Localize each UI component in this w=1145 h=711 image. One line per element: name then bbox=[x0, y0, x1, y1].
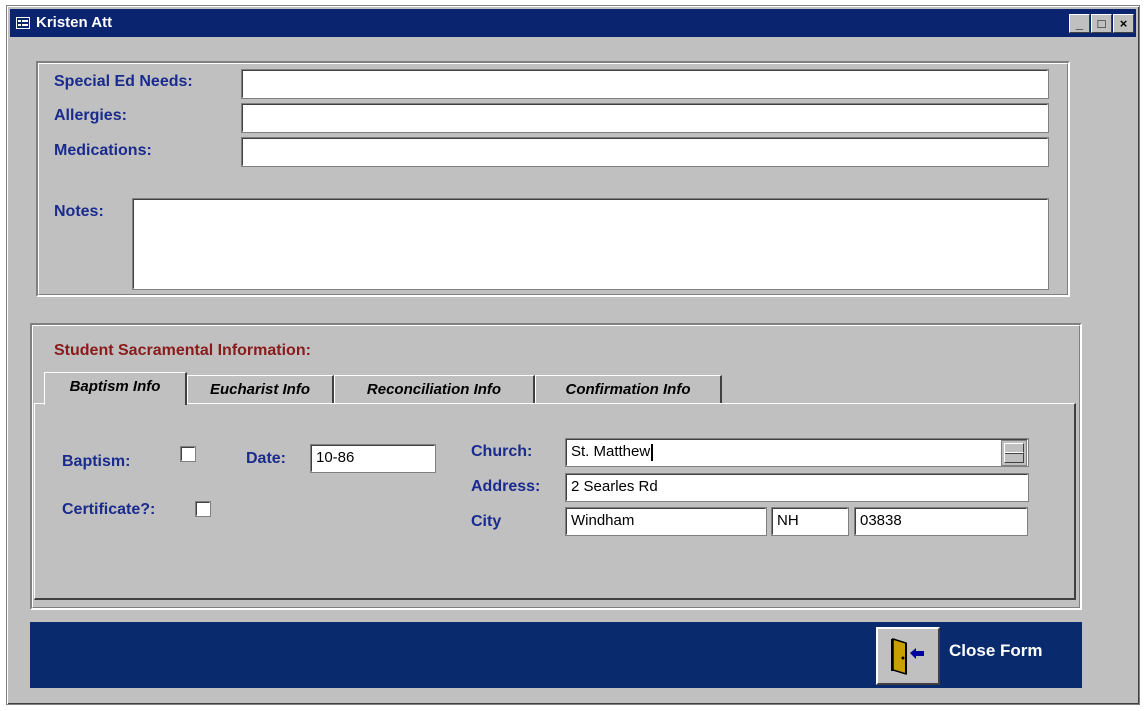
church-value: St. Matthew bbox=[571, 443, 651, 460]
baptism-checkbox[interactable] bbox=[180, 446, 196, 462]
notes-field[interactable] bbox=[132, 198, 1049, 290]
tab-baptism-info[interactable]: Baptism Info bbox=[44, 372, 187, 405]
close-form-label: Close Form bbox=[949, 641, 1043, 660]
church-field[interactable]: St. Matthew bbox=[565, 438, 1029, 467]
allergies-field[interactable] bbox=[241, 103, 1049, 133]
notes-label: Notes: bbox=[54, 203, 104, 220]
close-form-button[interactable] bbox=[876, 627, 940, 685]
text-cursor bbox=[651, 443, 654, 461]
state-field[interactable]: NH bbox=[771, 507, 849, 536]
window-title: Kristen Att bbox=[36, 14, 113, 31]
church-label: Church: bbox=[471, 443, 533, 460]
church-spinner-icon[interactable] bbox=[1001, 440, 1027, 466]
city-field[interactable]: Windham bbox=[565, 507, 767, 536]
tab-reconciliation-info[interactable]: Reconciliation Info bbox=[334, 375, 535, 405]
exit-door-icon bbox=[891, 637, 924, 676]
allergies-label: Allergies: bbox=[54, 107, 127, 124]
close-window-button[interactable]: × bbox=[1113, 14, 1134, 33]
certificate-label: Certificate?: bbox=[62, 501, 156, 518]
medications-field[interactable] bbox=[241, 137, 1049, 167]
minimize-button[interactable]: _ bbox=[1069, 14, 1090, 33]
address-field[interactable]: 2 Searles Rd bbox=[565, 473, 1029, 502]
address-label: Address: bbox=[471, 478, 541, 495]
zip-field[interactable]: 03838 bbox=[854, 507, 1028, 536]
baptism-tab-page bbox=[34, 403, 1076, 600]
date-field[interactable]: 10-86 bbox=[310, 444, 436, 473]
baptism-label: Baptism: bbox=[62, 453, 131, 470]
form-icon bbox=[16, 17, 30, 29]
sacramental-heading: Student Sacramental Information: bbox=[54, 342, 311, 359]
tab-eucharist-info[interactable]: Eucharist Info bbox=[187, 375, 334, 405]
maximize-button[interactable]: □ bbox=[1091, 14, 1112, 33]
tab-confirmation-info[interactable]: Confirmation Info bbox=[535, 375, 722, 405]
city-label: City bbox=[471, 513, 502, 530]
certificate-checkbox[interactable] bbox=[195, 501, 211, 517]
title-bar[interactable]: Kristen Att _ □ × bbox=[10, 9, 1136, 37]
special-ed-field[interactable] bbox=[241, 69, 1049, 99]
medications-label: Medications: bbox=[54, 142, 152, 159]
special-ed-label: Special Ed Needs: bbox=[54, 73, 193, 90]
date-label: Date: bbox=[246, 450, 287, 467]
